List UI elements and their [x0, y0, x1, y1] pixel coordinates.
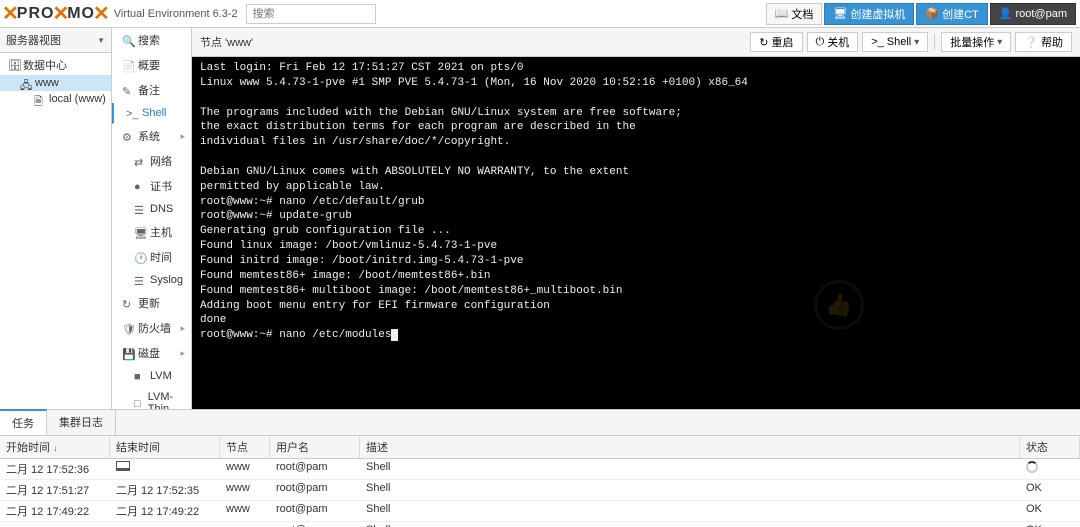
shell-icon: >_ — [126, 108, 137, 119]
col-end-time[interactable]: 结束时间 — [110, 436, 220, 458]
bottom-panel: 任务 集群日志 开始时间 ↓ 结束时间 节点 用户名 描述 状态 二月 12 1… — [0, 409, 1080, 527]
help-icon: ❔ — [1024, 36, 1038, 49]
note-icon: ✎ — [122, 85, 133, 96]
nav-主机[interactable]: 🖥主机 — [112, 220, 191, 245]
spinner-icon — [1026, 461, 1038, 473]
nav-lvm[interactable]: ■LVM — [112, 366, 191, 387]
env-label: Virtual Environment 6.3-2 — [114, 8, 238, 20]
list-icon: 📄 — [122, 60, 133, 71]
lvm-icon: ■ — [134, 371, 145, 382]
server-view-panel: 服务器视图▼ 🗄数据中心🖧www🗎local (www) — [0, 28, 112, 409]
nav-网络[interactable]: ⇄网络 — [112, 149, 191, 174]
book-icon: 📖 — [775, 7, 789, 20]
cert-icon: ● — [134, 181, 145, 192]
nav-syslog[interactable]: ☰Syslog — [112, 270, 191, 291]
chevron-down-icon: ▾ — [997, 37, 1002, 48]
content-area: 节点 'www' ↻重启 ⏻关机 >_Shell▾ 批量操作▾ ❔帮助 Last… — [192, 28, 1080, 409]
syslog-icon: ☰ — [134, 275, 145, 286]
server-view-title[interactable]: 服务器视图▼ — [0, 28, 111, 53]
monitor-icon: 🖥 — [833, 7, 847, 20]
tree-item-www[interactable]: 🖧www — [0, 75, 111, 91]
refresh-icon: ↻ — [122, 298, 133, 309]
log-row[interactable]: 二月 12 17:51:27二月 12 17:52:35wwwroot@pamS… — [0, 480, 1080, 501]
sort-desc-icon: ↓ — [53, 443, 58, 453]
logo: ✕ PRO ✕ MO ✕ — [4, 1, 108, 26]
help-button[interactable]: ❔帮助 — [1015, 32, 1072, 52]
restart-button[interactable]: ↻重启 — [750, 32, 802, 52]
nav-证书[interactable]: ●证书 — [112, 174, 191, 199]
shell-terminal[interactable]: Last login: Fri Feb 12 17:51:27 CST 2021… — [192, 57, 1080, 409]
bulk-button[interactable]: 批量操作▾ — [941, 32, 1011, 52]
col-status[interactable]: 状态 — [1020, 436, 1080, 458]
logo-post: MO — [67, 5, 95, 23]
log-row[interactable]: 二月 12 17:52:36wwwroot@pamShell — [0, 459, 1080, 480]
chevron-down-icon: ▾ — [914, 37, 919, 48]
storage-icon: 🗎 — [34, 93, 46, 105]
chevron-right-icon: ▸ — [180, 323, 185, 334]
breadcrumb: 节点 'www' ↻重启 ⏻关机 >_Shell▾ 批量操作▾ ❔帮助 — [192, 28, 1080, 57]
nav-防火墙[interactable]: 🛡防火墙▸ — [112, 316, 191, 341]
log-row[interactable]: 二月 12 17:49:22二月 12 17:49:22wwwroot@pamS… — [0, 501, 1080, 522]
refresh-icon: ↻ — [759, 36, 768, 49]
create-vm-button[interactable]: 🖥创建虚拟机 — [824, 3, 914, 25]
nav-概要[interactable]: 📄概要 — [112, 53, 191, 78]
power-icon: ⏻ — [816, 36, 825, 49]
col-desc[interactable]: 描述 — [360, 436, 1020, 458]
host-icon: 🖥 — [134, 227, 145, 238]
terminal-cursor — [391, 329, 398, 341]
shell-dropdown[interactable]: >_Shell▾ — [862, 32, 928, 52]
gear-icon: ⚙ — [122, 131, 133, 142]
lvmt-icon: □ — [134, 398, 143, 409]
shutdown-button[interactable]: ⏻关机 — [807, 32, 859, 52]
tree-item-local[interactable]: 🗎local (www) — [0, 91, 111, 107]
disk-icon: 💾 — [122, 348, 133, 359]
clock-icon: 🕐 — [134, 252, 145, 263]
tree-item-数据中心[interactable]: 🗄数据中心 — [0, 55, 111, 75]
log-row[interactable]: 二月 12 17:48:58二月 12 17:48:57wwwroot@pamS… — [0, 522, 1080, 527]
logo-x-icon: ✕ — [93, 1, 110, 26]
user-icon: 👤 — [999, 7, 1013, 20]
logo-pre: PRO — [17, 5, 55, 23]
chevron-down-icon: ▼ — [97, 36, 105, 45]
node-nav-panel: 🔍搜索📄概要✎备注>_Shell⚙系统▸⇄网络●证书☰DNS🖥主机🕐时间☰Sys… — [112, 28, 192, 409]
net-icon: ⇄ — [134, 156, 145, 167]
user-button[interactable]: 👤root@pam — [990, 3, 1076, 25]
nav-磁盘[interactable]: 💾磁盘▸ — [112, 341, 191, 366]
col-user[interactable]: 用户名 — [270, 436, 360, 458]
doc-button[interactable]: 📖文档 — [766, 3, 823, 25]
nav-更新[interactable]: ↻更新 — [112, 291, 191, 316]
log-header: 开始时间 ↓ 结束时间 节点 用户名 描述 状态 — [0, 436, 1080, 459]
create-ct-button[interactable]: 📦创建CT — [916, 3, 987, 25]
col-start-time[interactable]: 开始时间 ↓ — [0, 436, 110, 458]
search-icon: 🔍 — [122, 35, 133, 46]
cube-icon: 📦 — [925, 7, 939, 20]
nav-dns[interactable]: ☰DNS — [112, 199, 191, 220]
tab-tasks[interactable]: 任务 — [0, 409, 47, 435]
col-node[interactable]: 节点 — [220, 436, 270, 458]
nav-shell[interactable]: >_Shell — [112, 103, 191, 124]
tab-cluster-log[interactable]: 集群日志 — [47, 410, 116, 435]
nav-备注[interactable]: ✎备注 — [112, 78, 191, 103]
nav-lvm-thin[interactable]: □LVM-Thin — [112, 387, 191, 409]
fw-icon: 🛡 — [122, 323, 133, 334]
separator — [934, 34, 935, 50]
chevron-right-icon: ▸ — [180, 131, 185, 142]
terminal-icon: >_ — [871, 36, 884, 48]
nav-搜索[interactable]: 🔍搜索 — [112, 28, 191, 53]
node-icon: 🖧 — [20, 77, 32, 89]
nav-系统[interactable]: ⚙系统▸ — [112, 124, 191, 149]
running-icon — [116, 461, 130, 471]
chevron-right-icon: ▸ — [180, 348, 185, 359]
search-input[interactable] — [246, 4, 376, 24]
dns-icon: ☰ — [134, 204, 145, 215]
server-icon: 🗄 — [8, 59, 20, 71]
nav-时间[interactable]: 🕐时间 — [112, 245, 191, 270]
top-header: ✕ PRO ✕ MO ✕ Virtual Environment 6.3-2 📖… — [0, 0, 1080, 28]
